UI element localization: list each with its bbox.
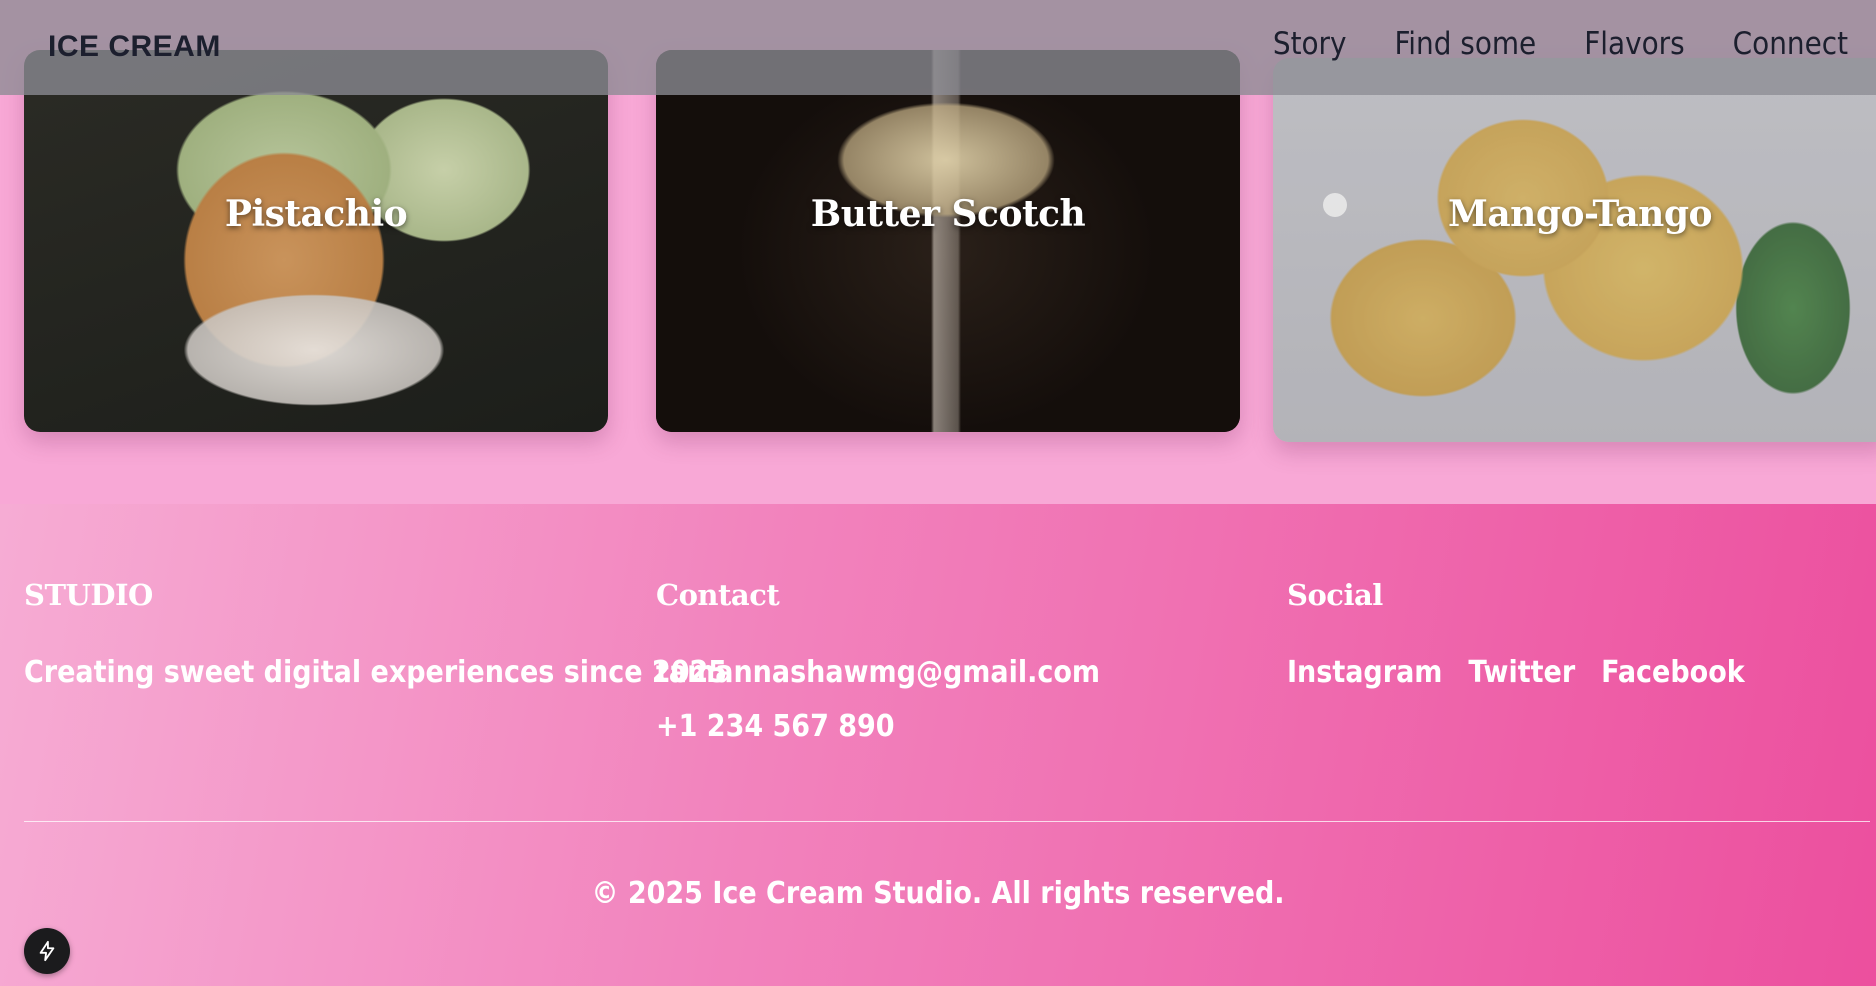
social-link-instagram[interactable]: Instagram	[1287, 646, 1442, 700]
footer-tagline: Creating sweet digital experiences since…	[24, 655, 728, 690]
footer-social-heading: Social	[1287, 578, 1383, 612]
lightning-bolt-badge[interactable]	[24, 928, 70, 974]
footer-contact-heading: Contact	[656, 578, 780, 612]
card-hover-overlay	[1273, 58, 1876, 442]
footer-studio-column: STUDIO Creating sweet digital experience…	[24, 578, 727, 700]
main-nav: Story Find some Flavors Connect	[1273, 26, 1848, 62]
butter-scotch-image	[656, 50, 1240, 432]
flavor-card-mango-tango[interactable]: Mango-Tango	[1273, 58, 1876, 442]
top-nav-bar: ICE CREAM Story Find some Flavors Connec…	[0, 0, 1876, 95]
flavor-card-pistachio[interactable]: Pistachio	[24, 50, 608, 432]
social-link-twitter[interactable]: Twitter	[1468, 646, 1575, 700]
brand-logo[interactable]: ICE CREAM	[48, 30, 221, 64]
flavor-card-butter-scotch[interactable]: Butter Scotch	[656, 50, 1240, 432]
site-footer: STUDIO Creating sweet digital experience…	[0, 504, 1876, 986]
social-links: Instagram Twitter Facebook	[1287, 646, 1745, 700]
pistachio-image	[24, 50, 608, 432]
footer-divider	[24, 821, 1870, 822]
nav-link-find-some[interactable]: Find some	[1395, 26, 1537, 62]
nav-link-flavors[interactable]: Flavors	[1584, 26, 1684, 62]
contact-phone[interactable]: +1 234 567 890	[656, 700, 1100, 754]
card-title: Pistachio	[224, 193, 408, 235]
nav-link-connect[interactable]: Connect	[1733, 26, 1848, 62]
social-link-facebook[interactable]: Facebook	[1601, 646, 1745, 700]
nav-link-story[interactable]: Story	[1273, 26, 1347, 62]
footer-social-column: Social Instagram Twitter Facebook	[1287, 578, 1745, 700]
lightning-bolt-icon	[39, 940, 55, 962]
footer-contact-column: Contact tamannashawmg@gmail.com +1 234 5…	[656, 578, 1100, 754]
copyright-text: © 2025 Ice Cream Studio. All rights rese…	[591, 876, 1285, 911]
footer-studio-heading: STUDIO	[24, 578, 153, 612]
contact-email[interactable]: tamannashawmg@gmail.com	[656, 646, 1100, 700]
card-title: Butter Scotch	[810, 193, 1086, 235]
card-title: Mango-Tango	[1447, 193, 1713, 235]
